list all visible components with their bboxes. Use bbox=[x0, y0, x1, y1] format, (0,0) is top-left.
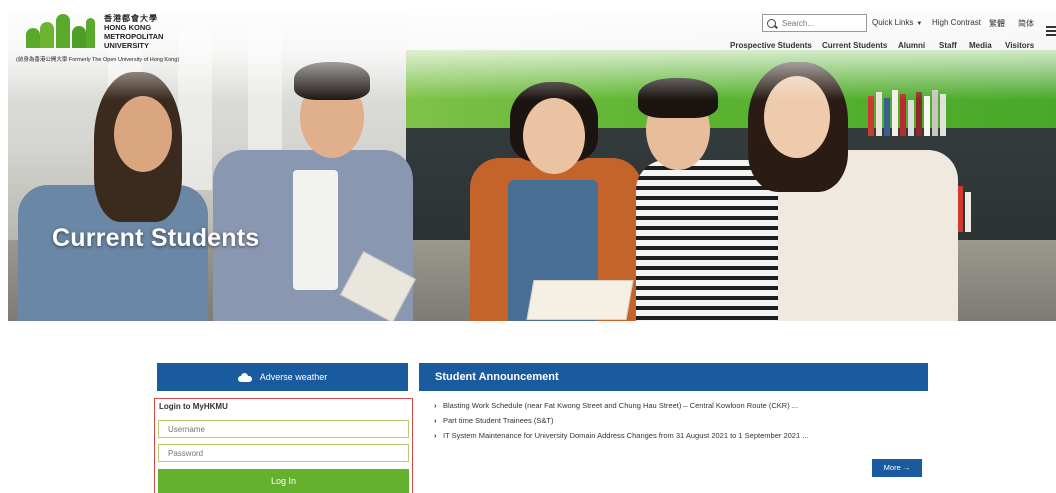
nav-alumni[interactable]: Alumni bbox=[898, 41, 925, 50]
chevron-right-icon: › bbox=[434, 401, 437, 410]
nav-media[interactable]: Media bbox=[969, 41, 992, 50]
simplified-chinese-link[interactable]: 简体 bbox=[1018, 18, 1034, 29]
chevron-right-icon: › bbox=[434, 431, 437, 440]
more-button[interactable]: More → bbox=[872, 459, 922, 477]
login-button[interactable]: Log In bbox=[158, 469, 409, 493]
chevron-right-icon: › bbox=[434, 416, 437, 425]
caret-down-icon: ▼ bbox=[916, 21, 923, 27]
quick-links-label: Quick Links bbox=[872, 18, 914, 27]
announcement-text: Blasting Work Schedule (near Fat Kwong S… bbox=[443, 401, 799, 410]
cloud-icon bbox=[237, 372, 252, 382]
logo-zh-name: 香港都會大學 bbox=[104, 14, 158, 23]
announcement-item[interactable]: › Blasting Work Schedule (near Fat Kwong … bbox=[434, 398, 808, 413]
logo-former-name: (前身為香港公開大學 Formerly The Open University … bbox=[16, 57, 180, 63]
logo-en-line2: METROPOLITAN bbox=[104, 32, 164, 41]
nav-prospective-students[interactable]: Prospective Students bbox=[730, 41, 812, 50]
adverse-weather-button[interactable]: Adverse weather bbox=[157, 363, 408, 391]
announcement-item[interactable]: › Part time Student Trainees (S&T) bbox=[434, 413, 808, 428]
traditional-chinese-link[interactable]: 繁體 bbox=[989, 18, 1005, 29]
nav-staff[interactable]: Staff bbox=[939, 41, 957, 50]
announcement-header: Student Announcement bbox=[419, 363, 928, 391]
search-box[interactable] bbox=[762, 14, 867, 32]
announcement-item[interactable]: › IT System Maintenance for University Do… bbox=[434, 428, 808, 443]
menu-icon[interactable] bbox=[1046, 26, 1056, 36]
announcement-text: Part time Student Trainees (S&T) bbox=[443, 416, 554, 425]
search-icon[interactable] bbox=[767, 18, 776, 28]
password-field[interactable] bbox=[158, 444, 409, 462]
username-field[interactable] bbox=[158, 420, 409, 438]
high-contrast-link[interactable]: High Contrast bbox=[932, 18, 981, 27]
adverse-weather-label: Adverse weather bbox=[259, 372, 328, 382]
arrow-right-icon: → bbox=[902, 463, 911, 472]
more-label: More bbox=[883, 463, 901, 472]
search-input[interactable] bbox=[782, 18, 862, 28]
page-title: Current Students bbox=[52, 224, 260, 252]
login-title: Login to MyHKMU bbox=[159, 402, 228, 411]
announcement-text: IT System Maintenance for University Dom… bbox=[443, 431, 809, 440]
quick-links-dropdown[interactable]: Quick Links ▼ bbox=[872, 18, 922, 27]
logo-en-line1: HONG KONG bbox=[104, 23, 152, 32]
nav-visitors[interactable]: Visitors bbox=[1005, 41, 1034, 50]
nav-current-students[interactable]: Current Students bbox=[822, 41, 887, 50]
hkmu-logo-icon bbox=[26, 14, 98, 48]
logo-en-line3: UNIVERSITY bbox=[104, 41, 150, 50]
open-book bbox=[526, 280, 634, 320]
login-panel: Login to MyHKMU Log In bbox=[154, 398, 413, 493]
university-logo[interactable]: 香港都會大學 HONG KONG METROPOLITAN UNIVERSITY bbox=[26, 14, 163, 50]
announcement-list: › Blasting Work Schedule (near Fat Kwong … bbox=[434, 398, 808, 443]
